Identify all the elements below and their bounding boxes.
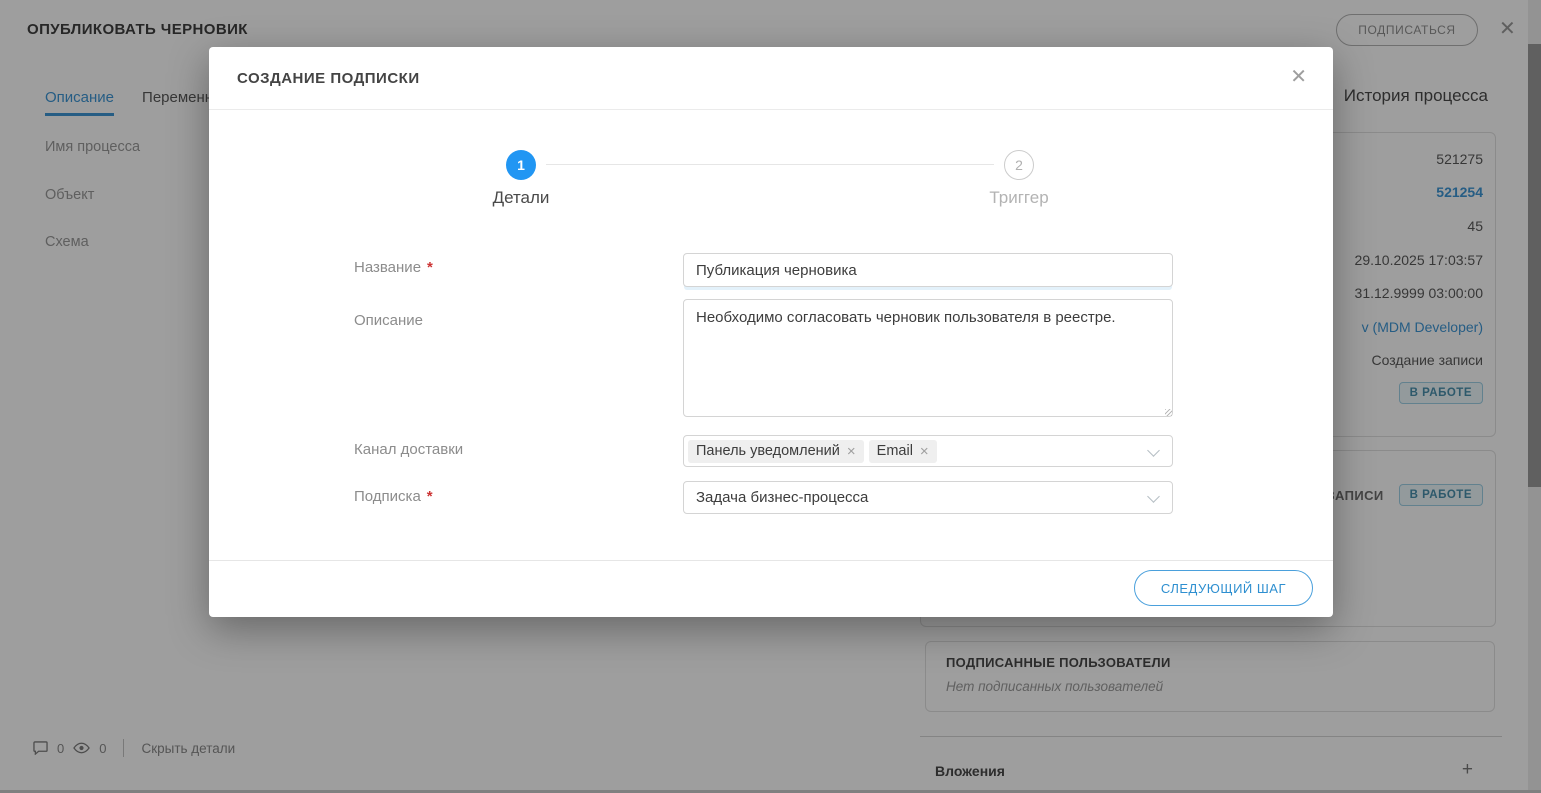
subscription-select[interactable]: Задача бизнес-процесса xyxy=(683,481,1173,514)
stepper-connector xyxy=(546,164,994,165)
subscription-label: Подписка* xyxy=(354,488,433,505)
chip-remove-icon[interactable]: × xyxy=(847,443,856,460)
chevron-down-icon[interactable] xyxy=(1147,444,1160,457)
description-label: Описание xyxy=(354,312,423,329)
required-asterisk: * xyxy=(427,259,433,276)
name-input[interactable] xyxy=(683,253,1173,287)
delivery-channel-multiselect[interactable]: Панель уведомлений × Email × xyxy=(683,435,1173,467)
required-asterisk: * xyxy=(427,488,433,505)
modal-footer: СЛЕДУЮЩИЙ ШАГ xyxy=(209,560,1333,617)
step-2-label[interactable]: Триггер xyxy=(939,188,1099,208)
create-subscription-modal: СОЗДАНИЕ ПОДПИСКИ ✕ 1 2 Детали Триггер Н… xyxy=(209,47,1333,617)
modal-title: СОЗДАНИЕ ПОДПИСКИ xyxy=(237,70,420,87)
step-1-circle: 1 xyxy=(506,150,536,180)
name-label: Название* xyxy=(354,259,433,276)
textarea-resize-handle[interactable] xyxy=(1165,409,1172,416)
chip-notification-panel: Панель уведомлений × xyxy=(688,440,864,463)
chip-remove-icon[interactable]: × xyxy=(920,443,929,460)
modal-header: СОЗДАНИЕ ПОДПИСКИ ✕ xyxy=(209,47,1333,110)
channel-label: Канал доставки xyxy=(354,441,463,458)
chevron-down-icon[interactable] xyxy=(1147,490,1160,503)
next-step-button[interactable]: СЛЕДУЮЩИЙ ШАГ xyxy=(1134,570,1313,606)
modal-close-icon[interactable]: ✕ xyxy=(1290,67,1307,87)
description-textarea[interactable]: Необходимо согласовать черновик пользова… xyxy=(683,299,1173,417)
step-1-label: Детали xyxy=(441,188,601,208)
chip-email: Email × xyxy=(869,440,937,463)
step-2-circle: 2 xyxy=(1004,150,1034,180)
app-root: ОПУБЛИКОВАТЬ ЧЕРНОВИК ПОДПИСАТЬСЯ ✕ Опис… xyxy=(0,0,1541,793)
